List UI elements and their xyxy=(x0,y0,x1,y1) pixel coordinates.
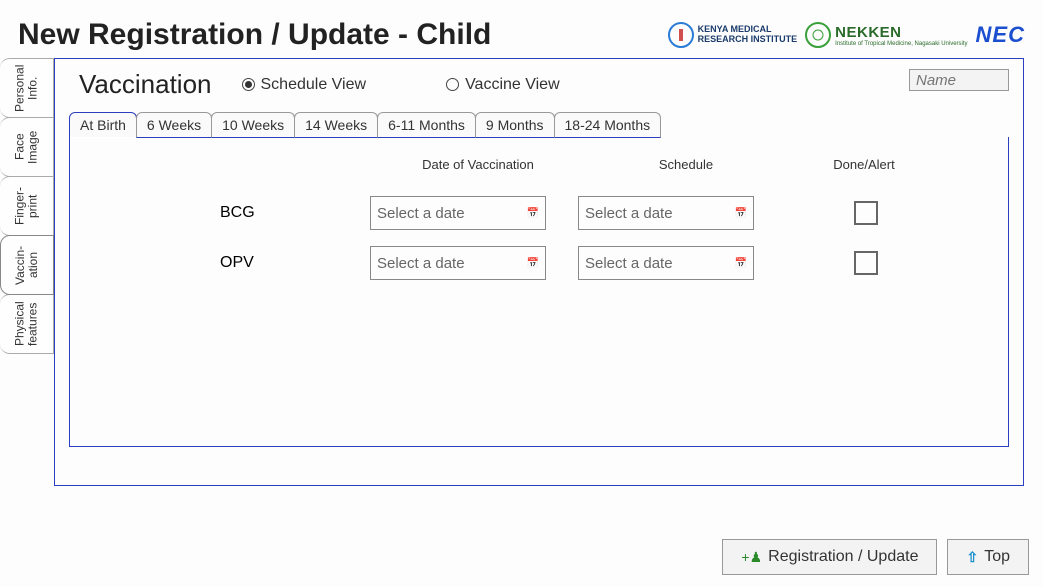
col-date: Date of Vaccination xyxy=(390,157,566,172)
htab-6-weeks[interactable]: 6 Weeks xyxy=(136,112,212,138)
htab-6-11-months[interactable]: 6-11 Months xyxy=(377,112,476,138)
sidetab-personal-info[interactable]: Personal Info. xyxy=(0,58,54,118)
htab-18-24-months[interactable]: 18-24 Months xyxy=(554,112,662,138)
radio-vaccine-label: Vaccine View xyxy=(465,76,560,94)
col-done: Done/Alert xyxy=(824,157,904,172)
page-title: New Registration / Update - Child xyxy=(18,18,668,52)
nekken-text: NEKKEN xyxy=(835,24,967,41)
person-plus-icon: +♟ xyxy=(741,549,762,566)
top-button[interactable]: ⇧ Top xyxy=(947,539,1029,575)
opv-done-checkbox[interactable] xyxy=(854,251,878,275)
sidetab-vaccination[interactable]: Vaccin- ation xyxy=(0,235,54,295)
calendar-icon: 📅 xyxy=(527,258,539,269)
calendar-icon: 📅 xyxy=(735,258,747,269)
vaccine-label-bcg: BCG xyxy=(70,204,370,222)
col-schedule: Schedule xyxy=(598,157,774,172)
vaccine-row-opv: OPV Select a date 📅 Select a date 📅 xyxy=(70,238,1008,288)
radio-unchecked-icon xyxy=(446,78,459,91)
radio-schedule-view[interactable]: Schedule View xyxy=(242,76,367,94)
radio-checked-icon xyxy=(242,78,255,91)
calendar-icon: 📅 xyxy=(735,208,747,219)
sidetab-face-image[interactable]: Face Image xyxy=(0,117,54,177)
nec-logo: NEC xyxy=(976,22,1025,48)
opv-date-picker[interactable]: Select a date 📅 xyxy=(370,246,546,280)
kemri-logo: KENYA MEDICAL RESEARCH INSTITUTE xyxy=(668,22,798,48)
nekken-logo: NEKKEN Institute of Tropical Medicine, N… xyxy=(805,22,967,48)
bcg-date-picker[interactable]: Select a date 📅 xyxy=(370,196,546,230)
kemri-emblem-icon xyxy=(668,22,694,48)
bcg-done-checkbox[interactable] xyxy=(854,201,878,225)
sidetab-fingerprint[interactable]: Finger- print xyxy=(0,176,54,236)
htab-10-weeks[interactable]: 10 Weeks xyxy=(211,112,295,138)
name-input[interactable] xyxy=(909,69,1009,91)
logo-strip: KENYA MEDICAL RESEARCH INSTITUTE NEKKEN … xyxy=(668,22,1025,48)
vaccine-row-bcg: BCG Select a date 📅 Select a date 📅 xyxy=(70,188,1008,238)
arrow-up-icon: ⇧ xyxy=(966,549,978,566)
nekken-subtext: Institute of Tropical Medicine, Nagasaki… xyxy=(835,41,967,47)
kemri-line2: RESEARCH INSTITUTE xyxy=(698,35,798,45)
bcg-date-placeholder: Select a date xyxy=(377,205,465,222)
opv-date-placeholder: Select a date xyxy=(377,255,465,272)
sidetab-physical-features[interactable]: Physical features xyxy=(0,294,54,354)
section-title: Vaccination xyxy=(79,69,212,100)
htab-9-months[interactable]: 9 Months xyxy=(475,112,555,138)
htab-at-birth[interactable]: At Birth xyxy=(69,112,137,138)
registration-update-button[interactable]: +♟ Registration / Update xyxy=(722,539,937,575)
registration-update-label: Registration / Update xyxy=(768,548,918,566)
bcg-schedule-placeholder: Select a date xyxy=(585,205,673,222)
calendar-icon: 📅 xyxy=(527,208,539,219)
opv-schedule-placeholder: Select a date xyxy=(585,255,673,272)
radio-vaccine-view[interactable]: Vaccine View xyxy=(446,76,560,94)
opv-schedule-picker[interactable]: Select a date 📅 xyxy=(578,246,754,280)
vaccine-label-opv: OPV xyxy=(70,254,370,272)
top-label: Top xyxy=(984,548,1010,566)
nekken-emblem-icon xyxy=(805,22,831,48)
bcg-schedule-picker[interactable]: Select a date 📅 xyxy=(578,196,754,230)
radio-schedule-label: Schedule View xyxy=(261,76,367,94)
htab-14-weeks[interactable]: 14 Weeks xyxy=(294,112,378,138)
